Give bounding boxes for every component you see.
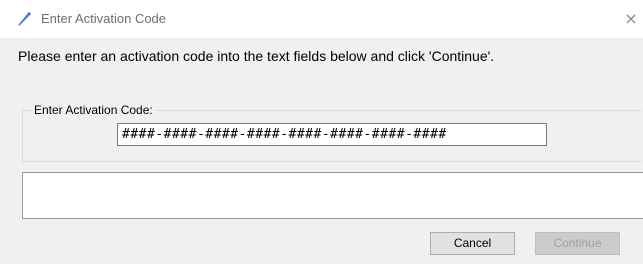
pencil-icon [16,11,32,27]
close-icon[interactable]: × [619,6,643,32]
instruction-text: Please enter an activation code into the… [18,48,495,64]
continue-button[interactable]: Continue [535,232,620,255]
activation-code-label: Enter Activation Code: [32,103,155,117]
cancel-button[interactable]: Cancel [430,232,515,255]
window-title: Enter Activation Code [41,11,167,26]
activation-code-input[interactable]: ####-####-####-####-####-####-####-#### [117,123,547,146]
title-bar: Enter Activation Code × [0,0,643,38]
message-area [22,172,643,219]
